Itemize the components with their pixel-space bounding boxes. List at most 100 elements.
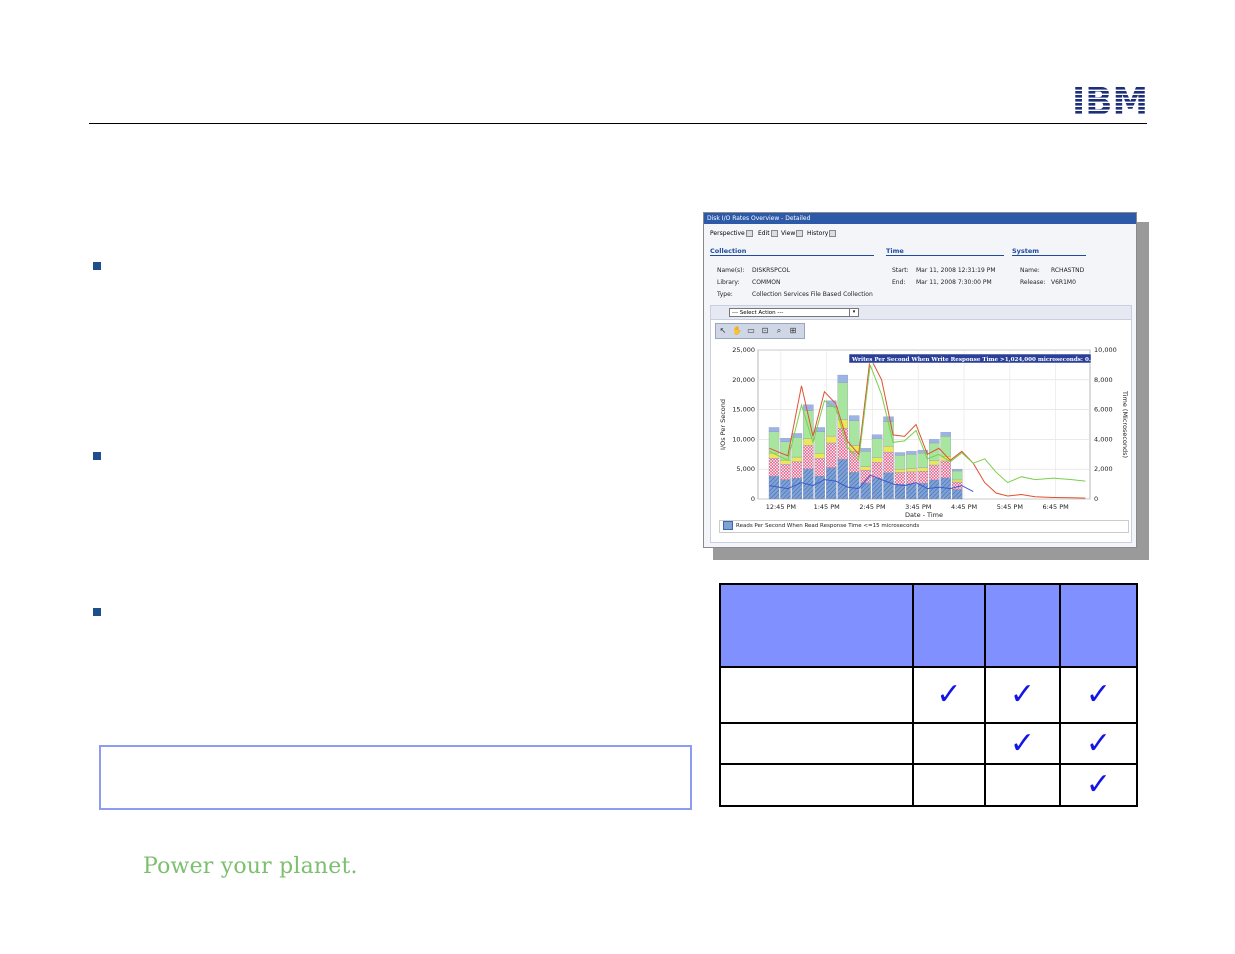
y-tick-label: 0 bbox=[751, 495, 755, 503]
x-tick-label: 12:45 PM bbox=[766, 503, 796, 511]
collection-type-label: Type: bbox=[717, 291, 733, 298]
bar-segment bbox=[952, 489, 963, 500]
bar-segment bbox=[929, 464, 940, 481]
collection-type-value: Collection Services File Based Collectio… bbox=[752, 291, 873, 298]
y2-tick-label: 6,000 bbox=[1094, 406, 1113, 414]
check-cell bbox=[912, 722, 986, 765]
y-tick-label: 25,000 bbox=[732, 346, 755, 354]
bar-segment bbox=[814, 475, 826, 500]
chart-panel: ↖ ✋ ▭ ⊡ ⌕ ⊞ 0 5,000 10,000 15,000 20,000 25,0… bbox=[710, 319, 1132, 543]
menu-history[interactable]: History bbox=[807, 230, 837, 237]
bar-segment bbox=[814, 431, 826, 454]
y2-tick-label: 4,000 bbox=[1094, 435, 1113, 443]
x-tick-label: 5:45 PM bbox=[997, 503, 1023, 511]
menu-view[interactable]: View bbox=[781, 230, 804, 237]
table-row: ✓ ✓ ✓ bbox=[719, 666, 1138, 724]
legend-swatch bbox=[723, 521, 733, 530]
collection-name-label: Name(s): bbox=[717, 267, 745, 274]
bar-segment bbox=[883, 472, 894, 500]
select-action-dropdown[interactable]: --- Select Action --- ▾ bbox=[729, 308, 859, 317]
bar-segment bbox=[826, 442, 837, 468]
system-heading: System bbox=[1012, 247, 1086, 256]
bar-segment bbox=[894, 469, 906, 473]
bar-segment bbox=[894, 472, 906, 485]
header-rule bbox=[89, 123, 1147, 124]
bar-segment bbox=[906, 483, 917, 500]
menu-edit[interactable]: Edit bbox=[758, 230, 778, 237]
dropdown-icon bbox=[829, 230, 837, 237]
bar-segment bbox=[791, 461, 803, 479]
bar-segment bbox=[940, 432, 951, 437]
dropdown-icon bbox=[796, 230, 804, 237]
tooltip-text: Writes Per Second When Write Response Ti… bbox=[851, 357, 1099, 363]
check-cell: ✓ bbox=[1059, 763, 1138, 807]
bar-segment bbox=[929, 442, 940, 462]
bar-segment bbox=[952, 469, 963, 472]
bar-segment bbox=[929, 439, 940, 444]
header-cell bbox=[719, 583, 914, 668]
row-label-cell bbox=[719, 763, 914, 807]
ibm-logo: IBM bbox=[1072, 83, 1148, 115]
time-start-value: Mar 11, 2008 12:31:19 PM bbox=[916, 267, 996, 274]
bar-segment bbox=[780, 479, 791, 500]
header-cell bbox=[1059, 583, 1138, 668]
collection-name-value: DISKRSPCOL bbox=[752, 267, 790, 274]
time-end-value: Mar 11, 2008 7:30:00 PM bbox=[916, 279, 992, 286]
header-cell bbox=[912, 583, 986, 668]
bar-segment bbox=[826, 406, 837, 437]
bar-segment bbox=[952, 470, 963, 481]
bar-segment bbox=[894, 455, 906, 470]
time-end-label: End: bbox=[892, 279, 906, 286]
note-box bbox=[99, 745, 692, 810]
x-tick-label: 4:45 PM bbox=[951, 503, 977, 511]
check-icon: ✓ bbox=[1085, 767, 1112, 802]
bar-segment bbox=[929, 479, 940, 500]
bar-segment bbox=[768, 458, 780, 477]
bar-segment bbox=[894, 452, 906, 456]
time-heading: Time bbox=[886, 247, 1004, 256]
check-cell: ✓ bbox=[984, 666, 1061, 724]
bar-segment bbox=[791, 437, 803, 458]
check-icon: ✓ bbox=[1085, 677, 1112, 712]
y-tick-label: 5,000 bbox=[736, 465, 755, 473]
check-icon: ✓ bbox=[1009, 725, 1036, 761]
y2-tick-label: 10,000 bbox=[1094, 346, 1117, 354]
bullet-3 bbox=[93, 608, 101, 616]
bar-segment bbox=[848, 415, 860, 421]
menu-perspective[interactable]: Perspective bbox=[710, 230, 753, 237]
check-icon: ✓ bbox=[936, 677, 962, 712]
bar-segment bbox=[871, 478, 883, 500]
bar-segment bbox=[906, 454, 917, 469]
row-label-cell bbox=[719, 666, 914, 724]
bar-segment bbox=[814, 453, 826, 459]
collection-heading: Collection bbox=[710, 247, 874, 256]
collection-library-label: Library: bbox=[717, 279, 740, 286]
y-tick-label: 20,000 bbox=[732, 376, 755, 384]
y2-tick-label: 2,000 bbox=[1094, 465, 1113, 473]
app-screenshot: Disk I/O Rates Overview - Detailed Persp… bbox=[703, 212, 1137, 548]
x-tick-label: 2:45 PM bbox=[859, 503, 885, 511]
check-cell: ✓ bbox=[1059, 722, 1138, 765]
bar-segment bbox=[940, 460, 951, 478]
bar-segment bbox=[768, 427, 780, 432]
table-row: ✓ bbox=[719, 763, 1138, 807]
bar-segment bbox=[871, 438, 883, 458]
bar-segment bbox=[929, 460, 940, 466]
comparison-table: ✓ ✓ ✓ ✓ ✓ ✓ bbox=[719, 583, 1138, 807]
bar-segment bbox=[768, 475, 780, 500]
bar-segment bbox=[848, 472, 860, 500]
check-cell bbox=[984, 763, 1061, 807]
system-release-label: Release: bbox=[1020, 279, 1046, 286]
action-bar: --- Select Action --- ▾ bbox=[710, 305, 1132, 320]
bar-segment bbox=[780, 459, 791, 465]
check-cell: ✓ bbox=[984, 722, 1061, 765]
bar-segment bbox=[780, 464, 791, 480]
header-cell bbox=[984, 583, 1061, 668]
bar-segment bbox=[871, 457, 883, 463]
bullet-2 bbox=[93, 452, 101, 460]
footer-tagline: Power your planet. bbox=[143, 854, 358, 879]
check-icon: ✓ bbox=[1009, 677, 1036, 712]
x-tick-label: 1:45 PM bbox=[814, 503, 840, 511]
bar-segment bbox=[860, 451, 871, 467]
bar-segment bbox=[803, 445, 814, 470]
